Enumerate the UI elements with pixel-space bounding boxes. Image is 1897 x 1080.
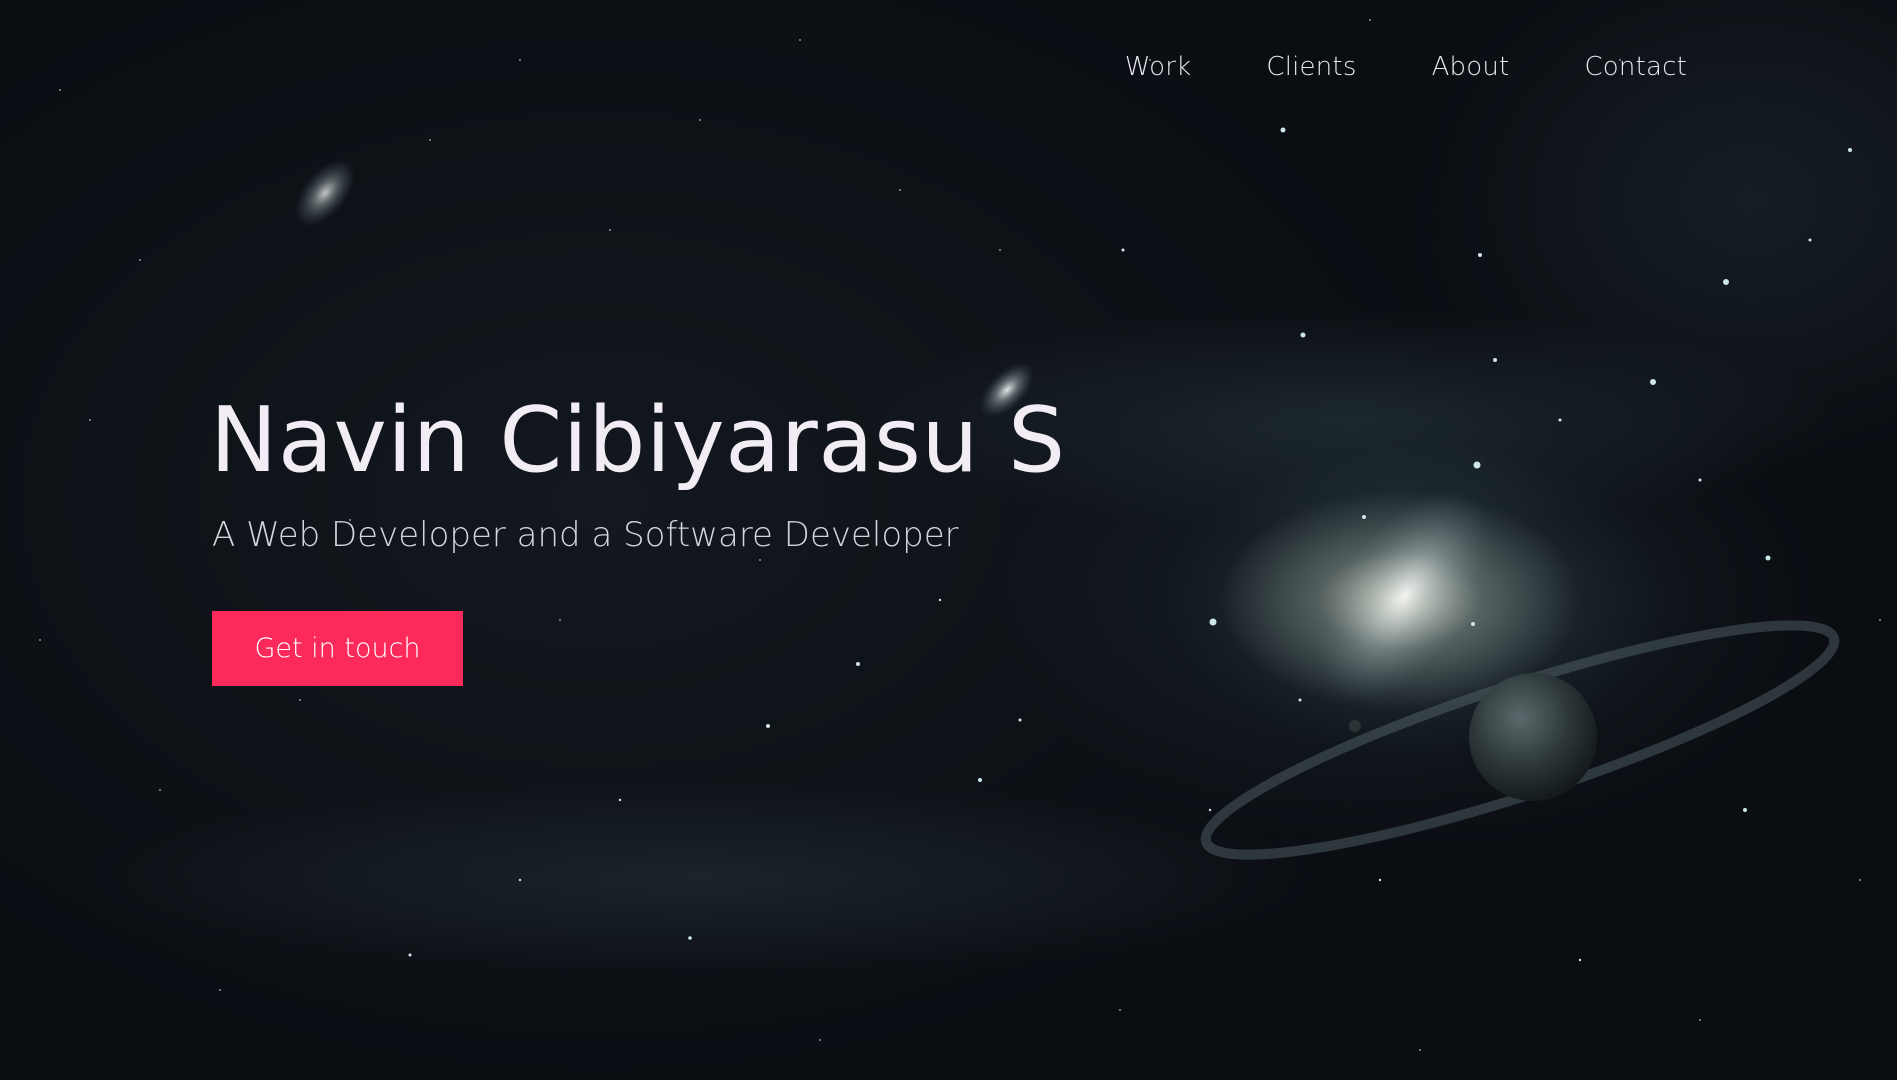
get-in-touch-button[interactable]: Get in touch — [212, 611, 463, 686]
nav-link-work[interactable]: Work — [1125, 52, 1192, 82]
nav-link-contact[interactable]: Contact — [1584, 52, 1687, 82]
nav-link-clients[interactable]: Clients — [1266, 52, 1356, 82]
hero-section: Work Clients About Contact Navin Cibiyar… — [0, 0, 1897, 1080]
nav-link-about[interactable]: About — [1432, 52, 1510, 82]
main-navigation: Work Clients About Contact — [1050, 52, 1687, 82]
hero-title: Navin Cibiyarasu S — [210, 388, 1066, 493]
hero-subtitle: A Web Developer and a Software Developer — [212, 515, 959, 555]
